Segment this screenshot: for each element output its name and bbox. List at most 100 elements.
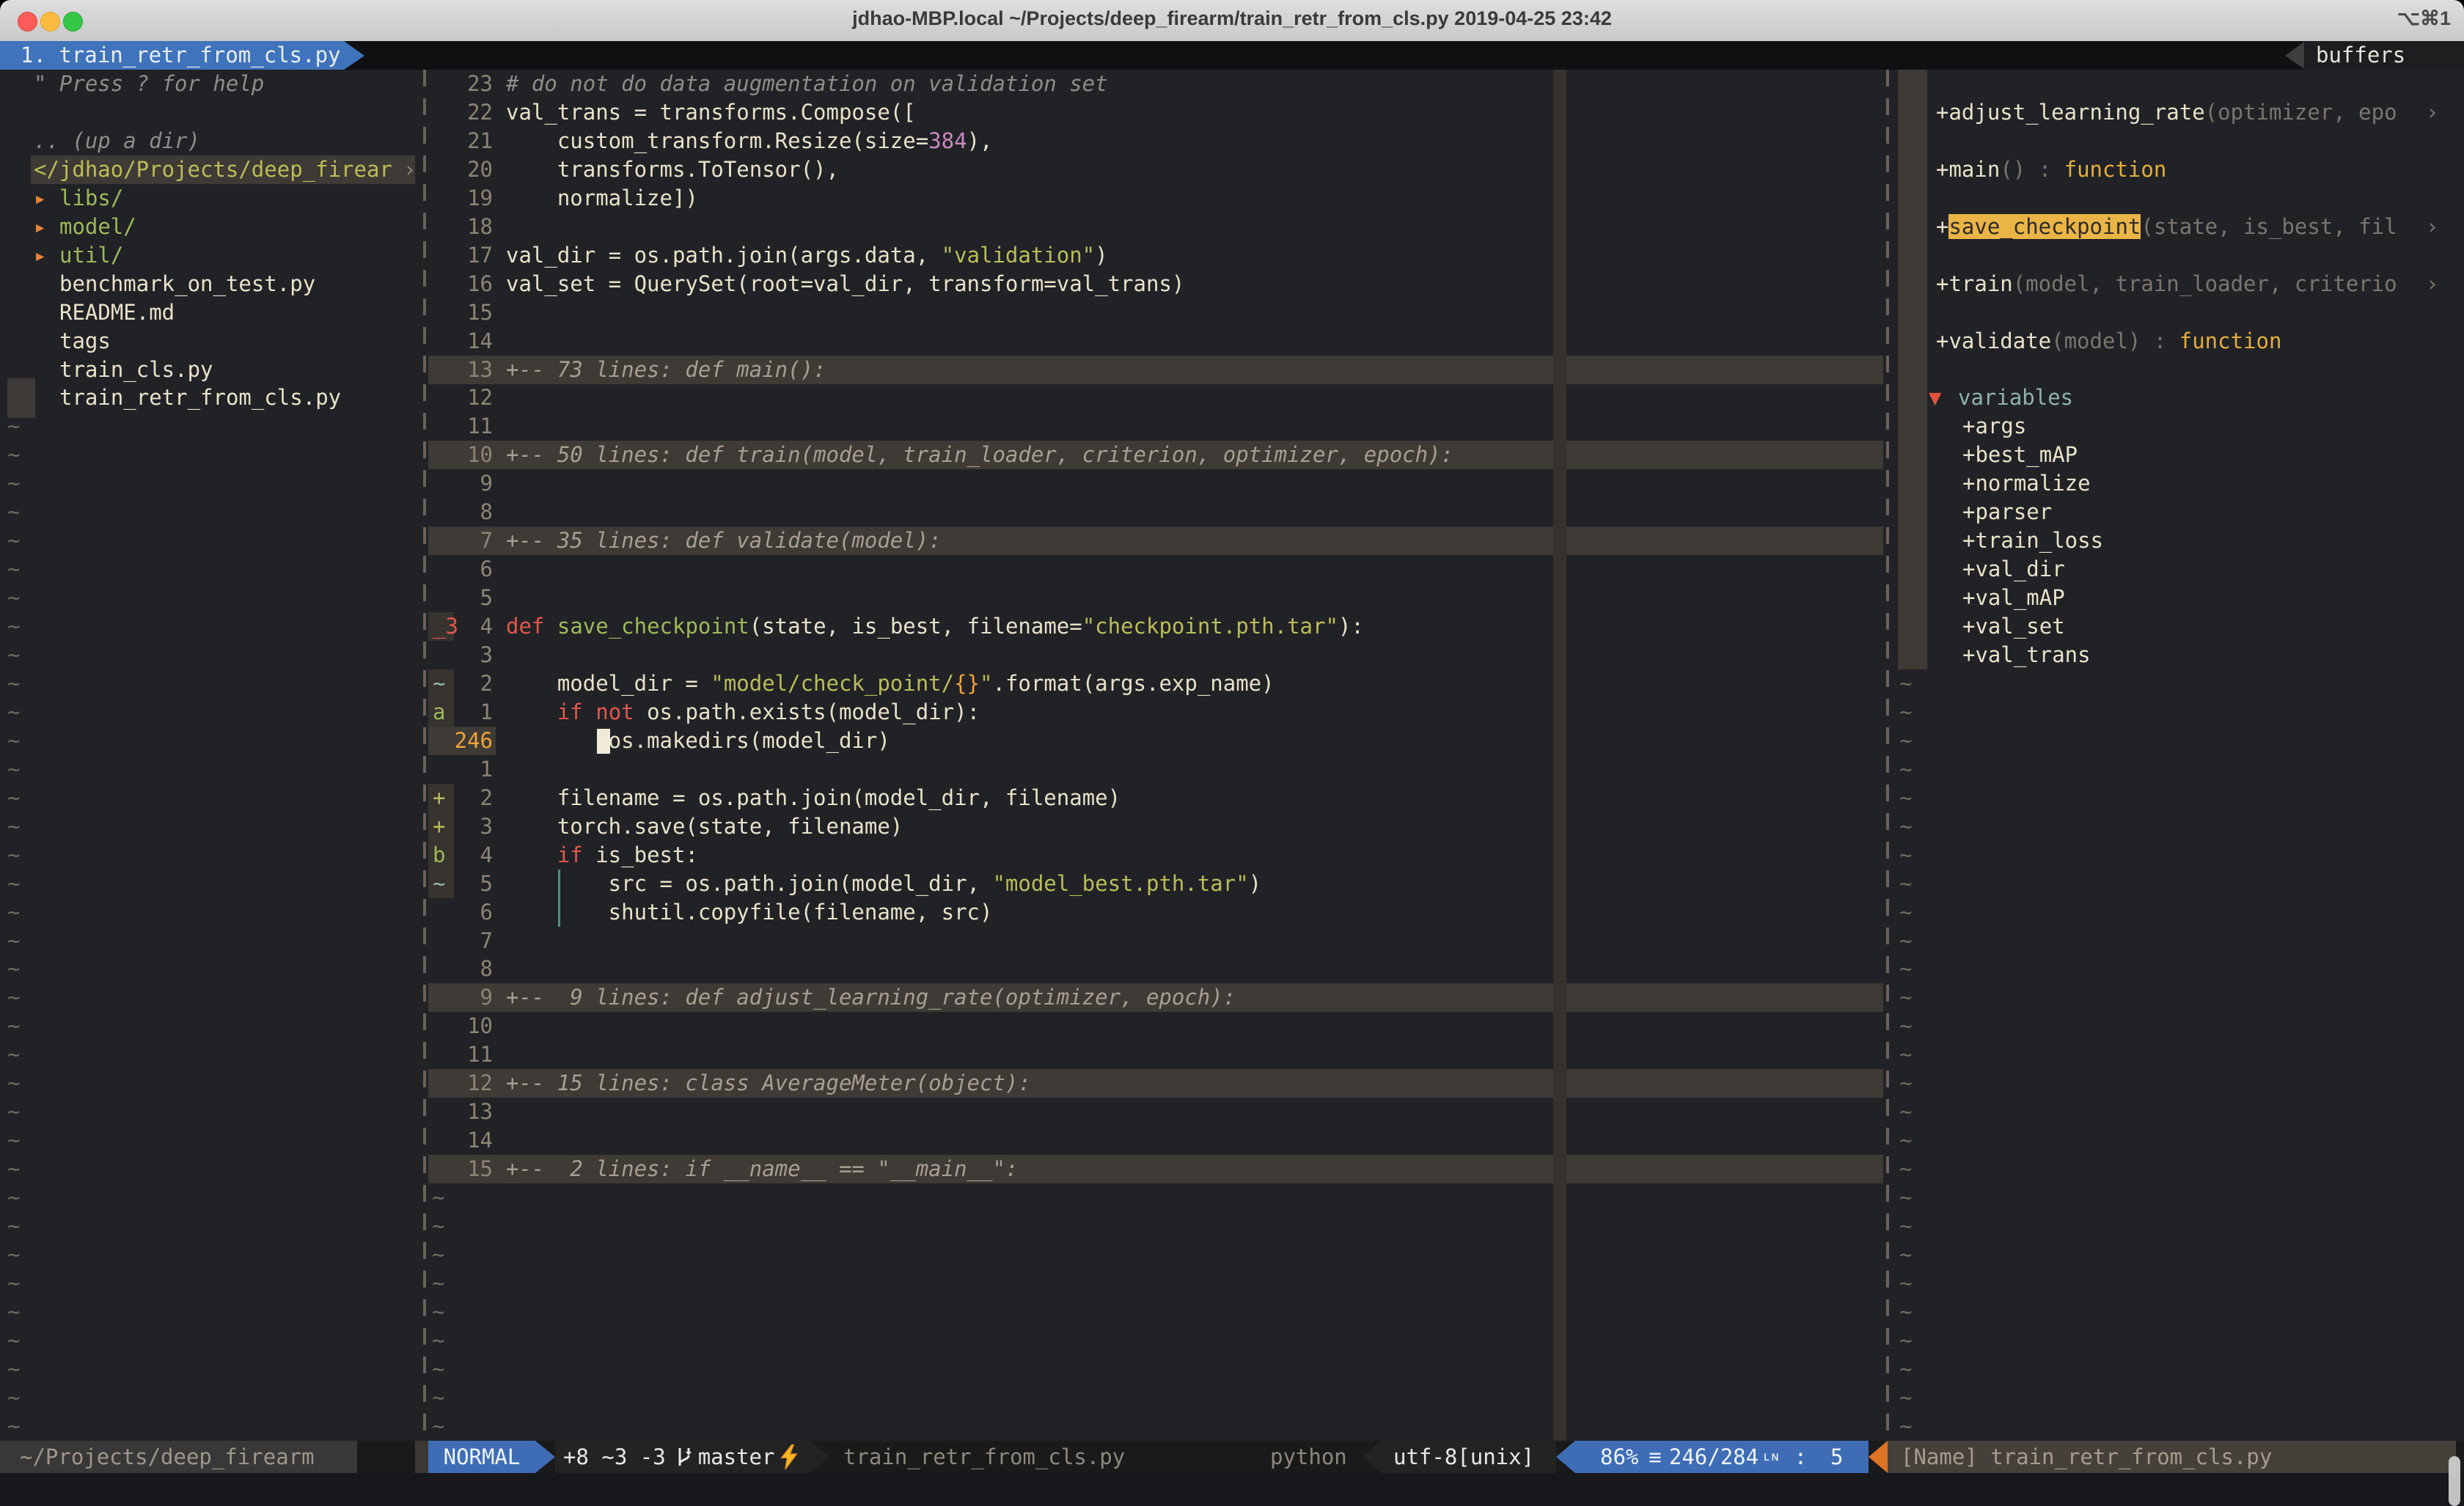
tagbar-token: (optimizer, epo [2205,100,2397,125]
code-line[interactable]: 12 [428,383,1883,412]
code-line[interactable]: 9+-- 9 lines: def adjust_learning_rate(o… [428,983,1883,1012]
tagbar-empty-line: ~ [1893,1384,2464,1412]
tagbar-item-function[interactable]: +main() : function [1893,155,2464,184]
tagbar-blank-line [1893,127,2464,155]
tagbar-blank-line [1893,356,2464,384]
tree-item-util[interactable]: ▸util/ [0,241,421,270]
code-line[interactable]: 12+-- 15 lines: class AverageMeter(objec… [428,1069,1883,1098]
code-line[interactable]: 18 [428,213,1883,241]
line-number: 3 [454,641,493,669]
tree-empty-line: ~ [0,1269,421,1298]
tagbar-token: (model) [2051,328,2141,353]
code-line[interactable]: 15+-- 2 lines: if __name__ == "__main__"… [428,1155,1883,1183]
line-number: 12 [454,1069,493,1098]
tagbar-token: function [2064,157,2167,182]
tagbar-item-val_set[interactable]: +val_set [1893,612,2464,641]
tagbar-token: function [2179,328,2282,353]
code-line[interactable]: 6 [428,555,1883,584]
code-line[interactable]: 17val_dir = os.path.join(args.data, "val… [428,241,1883,270]
code-line[interactable]: 10+-- 50 lines: def train(model, train_l… [428,441,1883,469]
tree-item-tags[interactable]: tags [0,327,421,356]
tree-item-model[interactable]: ▸model/ [0,213,421,241]
code-line[interactable]: +3 torch.save(state, filename) [428,812,1883,841]
code-text: val_dir = os.path.join(args.data, "valid… [506,241,1108,270]
powerline-arrow-icon [1363,1441,1382,1473]
tagbar-empty-line: ~ [1893,1298,2464,1326]
tree-item-libs[interactable]: ▸libs/ [0,184,421,213]
tagbar-item-parser[interactable]: +parser [1893,498,2464,526]
tagbar-item-function[interactable]: +train(model, train_loader, criterio› [1893,270,2464,298]
code-line[interactable]: 14 [428,1126,1883,1155]
tab-train-retr-from-cls[interactable]: 1. train_retr_from_cls.py [0,41,344,70]
tagbar-item-val_dir[interactable]: +val_dir [1893,555,2464,584]
tagbar-item-normalize[interactable]: +normalize [1893,469,2464,498]
tree-root-item[interactable]: </jdhao/Projects/deep_firear› [0,155,421,184]
code-line[interactable]: 21 custom_transform.Resize(size=384), [428,127,1883,155]
tree-item-train_clspy[interactable]: train_cls.py [0,356,421,384]
code-line[interactable]: 14 [428,327,1883,356]
tagbar-empty-line: ~ [1893,870,2464,898]
tree-empty-line: ~ [0,841,421,870]
scrollbar[interactable] [2449,1456,2460,1506]
tagbar-token: +adjust_learning_rate [1936,100,2205,125]
tree-item-train_retr_from_clspy[interactable]: train_retr_from_cls.py [0,383,421,412]
code-line[interactable]: 3 [428,641,1883,669]
tilde-marker: ~ [1899,841,1912,870]
code-line[interactable]: 13 [428,1098,1883,1126]
window-separator[interactable] [423,70,426,1441]
tree-item-READMEmd[interactable]: README.md [0,298,421,327]
buffers-label[interactable]: buffers [2316,41,2405,70]
code-line[interactable]: 11 [428,412,1883,441]
code-line[interactable]: 13+-- 73 lines: def main(): [428,356,1883,384]
code-line[interactable]: 5 [428,584,1883,612]
tagbar-item-train_loss[interactable]: +train_loss [1893,526,2464,555]
code-line[interactable]: 22val_trans = transforms.Compose([ [428,98,1883,127]
code-line[interactable]: 8 [428,498,1883,526]
tagbar-fn-label: +validate(model) : function [1936,327,2281,356]
code-line[interactable]: 6 shutil.copyfile(filename, src) [428,898,1883,927]
code-line[interactable]: 7 [428,927,1883,955]
window-separator[interactable] [1886,70,1889,1441]
tagbar-item-val_trans[interactable]: +val_trans [1893,641,2464,669]
sign-a: a [430,698,457,727]
code-line[interactable]: 11 [428,1040,1883,1069]
code-line[interactable]: ~2 model_dir = "model/check_point/{}".fo… [428,669,1883,698]
code-line[interactable]: 19 normalize]) [428,184,1883,213]
code-line[interactable]: 16val_set = QuerySet(root=val_dir, trans… [428,270,1883,298]
code-line[interactable]: 7+-- 35 lines: def validate(model): [428,526,1883,555]
code-line[interactable]: a1 if not os.path.exists(model_dir): [428,698,1883,727]
code-line[interactable]: 8 [428,955,1883,983]
code-line[interactable]: +2 filename = os.path.join(model_dir, fi… [428,784,1883,812]
tilde-marker: ~ [1899,955,1912,983]
tagbar-item-val_mAP[interactable]: +val_mAP [1893,584,2464,612]
code-line[interactable]: 1 [428,755,1883,784]
code-line[interactable]: 9 [428,469,1883,498]
code-line[interactable]: 23# do not do data augmentation on valid… [428,70,1883,98]
tree-item-benchmark_on_testpy[interactable]: benchmark_on_test.py [0,270,421,298]
code-line[interactable]: 20 transforms.ToTensor(), [428,155,1883,184]
code-line[interactable]: _34def save_checkpoint(state, is_best, f… [428,612,1883,641]
code-token: # do not do data augmentation on validat… [506,71,1108,96]
tilde-marker: ~ [1899,1098,1912,1126]
code-line[interactable]: 15 [428,298,1883,327]
line-number: 4 [454,841,493,870]
tree-empty-line: ~ [0,1298,421,1326]
code-token: shutil.copyfile(filename, src) [506,900,992,925]
line-number: 20 [454,155,493,184]
code-line[interactable]: ~5 src = os.path.join(model_dir, "model_… [428,870,1883,898]
code-line-current[interactable]: 246 os.makedirs(model_dir) [428,727,1883,755]
tilde-marker: ~ [7,498,20,526]
tagbar-item-function[interactable]: +validate(model) : function [1893,327,2464,356]
tagbar-section-variables[interactable]: ▼variables [1893,383,2464,412]
tagbar-var-label: +train_loss [1962,526,2103,555]
code-token: model_dir = [506,671,711,696]
tagbar-item-args[interactable]: +args [1893,412,2464,441]
tree-item-updir[interactable]: .. (up a dir) [0,127,421,155]
code-line[interactable]: 10 [428,1012,1883,1040]
tagbar-item-function[interactable]: +adjust_learning_rate(optimizer, epo› [1893,98,2464,127]
code-line[interactable]: b4 if is_best: [428,841,1883,870]
tagbar-item-best_mAP[interactable]: +best_mAP [1893,441,2464,469]
tagbar-item-function[interactable]: +save_checkpoint(state, is_best, fil› [1893,213,2464,241]
line-number: 1 [454,698,493,727]
tilde-marker: ~ [7,1183,20,1212]
